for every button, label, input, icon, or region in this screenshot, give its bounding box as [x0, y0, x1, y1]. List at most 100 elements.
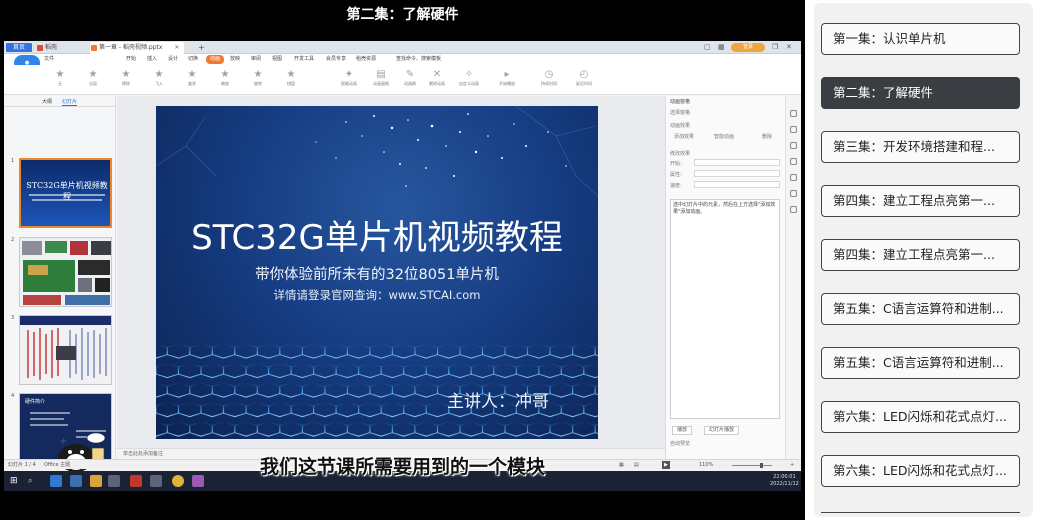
hexagon-cell	[156, 382, 168, 398]
hexagon-cell	[470, 362, 495, 379]
timer-icon[interactable]	[790, 174, 797, 181]
brush-icon: ✎	[405, 69, 415, 80]
anim-appear[interactable]: ★ 出现	[85, 69, 101, 87]
wps-tab-document[interactable]: 第一章 - 稻壳视频.pptx ✕	[90, 42, 185, 54]
slide-thumbnail-2[interactable]	[19, 237, 112, 307]
video-player[interactable]: 第二集：了解硬件 首页 稻壳 第一章 - 稻壳视频.pptx ✕ + ▢ ▦ 登…	[0, 0, 805, 520]
menu-slideshow[interactable]: 放映	[230, 55, 240, 64]
layout-icon[interactable]: ▢	[704, 42, 711, 53]
episode-item[interactable]: 第四集：建立工程点亮第一...	[821, 239, 1020, 271]
hexagon-cell	[549, 382, 574, 398]
delete-effect-button[interactable]: 删除	[762, 133, 772, 140]
hexagon-cell	[256, 421, 281, 437]
anim-none[interactable]: ★ 无	[52, 69, 68, 87]
episode-item[interactable]: 第三集：开发环境搭建和程...	[821, 131, 1020, 163]
property-select[interactable]	[694, 170, 780, 177]
wps-tab-document-label: 第一章 - 稻壳视频.pptx	[99, 44, 163, 51]
hexagon-cell	[234, 382, 258, 398]
anim-wipe[interactable]: ★ 擦除	[118, 69, 134, 87]
duration-option[interactable]: ◷ 持续时间	[534, 69, 564, 87]
clock-icon: ◷	[544, 69, 554, 80]
speed-select[interactable]	[694, 181, 780, 188]
command-search[interactable]: 查找命令、搜索模板	[396, 55, 441, 64]
select-pane-link[interactable]: 选择窗格	[670, 109, 690, 116]
star-icon: ★	[55, 69, 65, 80]
wps-tab-daoke[interactable]: 稻壳	[36, 42, 57, 54]
menu-home[interactable]: 开始	[126, 55, 136, 64]
animation-icon[interactable]	[790, 142, 797, 149]
episode-item[interactable]: 第四集：建立工程点亮第一...	[821, 185, 1020, 217]
play-button[interactable]: 播放	[672, 426, 693, 435]
menu-developer[interactable]: 开发工具	[294, 55, 314, 64]
slide-thumbnail-3[interactable]	[19, 315, 112, 385]
grid-icon[interactable]: ▦	[718, 42, 725, 53]
menu-view[interactable]: 视图	[272, 55, 282, 64]
hexagon-cell	[324, 382, 348, 398]
hexagon-cell	[279, 382, 303, 398]
start-select[interactable]	[694, 159, 780, 166]
anim-zoom[interactable]: ★ 缩放	[217, 69, 233, 87]
slide-thumbnail-1[interactable]: STC32G单片机视频教程	[19, 158, 112, 228]
smart-animation-link[interactable]: 智能动画	[714, 133, 734, 140]
animation-list[interactable]: 选中幻灯片中的元素，然后在上方选择"添加效果"添加动画。	[670, 199, 780, 419]
menu-animation[interactable]: 动画	[206, 55, 225, 64]
episode-item[interactable]: 第二集：了解硬件	[821, 77, 1020, 109]
menu-member[interactable]: 会员专享	[326, 55, 346, 64]
hexagon-cell	[526, 343, 551, 359]
pin-icon[interactable]	[790, 110, 797, 117]
restore-icon[interactable]: ❐	[772, 42, 778, 53]
hexagon-cell	[234, 421, 258, 437]
comment-icon[interactable]	[790, 206, 797, 213]
hexagon-cell	[166, 382, 191, 398]
wps-home-tab[interactable]: 首页	[6, 43, 32, 52]
style-icon[interactable]	[790, 158, 797, 165]
menu-insert[interactable]: 插入	[147, 55, 157, 64]
hexagon-cell	[290, 362, 315, 379]
episode-item[interactable]: 第六集：LED闪烁和花式点灯...	[821, 401, 1020, 433]
hexagon-cell	[200, 362, 225, 379]
anim-fly-in[interactable]: ★ 飞入	[151, 69, 167, 87]
episode-playlist: 第一集：认识单片机 第二集：了解硬件 第三集：开发环境搭建和程... 第四集：建…	[814, 3, 1033, 517]
animation-brush-button[interactable]: ✎ 动画刷	[399, 69, 421, 87]
episode-item[interactable]: 第一集：认识单片机	[821, 23, 1020, 55]
menu-review[interactable]: 审阅	[251, 55, 261, 64]
share-icon[interactable]	[790, 190, 797, 197]
tab-outline[interactable]: 大纲	[42, 98, 52, 105]
add-effect-button[interactable]: 添加效果	[674, 133, 694, 140]
hardware-photos	[22, 241, 111, 305]
menu-transition[interactable]: 切换	[188, 55, 198, 64]
animation-pane: 动画窗格 选择窗格 动画效果 添加效果 智能动画 删除 修改效果 开始： 属性：…	[665, 96, 785, 464]
animation-pane-button[interactable]: ▤ 动画窗格	[369, 69, 393, 87]
slide-subtitle: 带你体验前所未有的32位8051单片机	[255, 267, 499, 283]
smart-animation-button[interactable]: ✦ 智能动画	[334, 69, 364, 87]
slideshow-button[interactable]: 幻灯片播放	[704, 426, 740, 435]
anim-box[interactable]: ★ 盒状	[184, 69, 200, 87]
delete-animation-button[interactable]: ✕ 删除动画	[424, 69, 450, 87]
close-window-icon[interactable]: ✕	[786, 42, 792, 53]
episode-item-partial[interactable]	[821, 512, 1020, 516]
anim-checkerboard[interactable]: ★ 棋盘	[283, 69, 299, 87]
hexagon-cell	[346, 421, 371, 437]
anim-spin[interactable]: ★ 旋转	[250, 69, 266, 87]
new-tab-icon[interactable]: +	[198, 42, 205, 53]
current-slide[interactable]: STC32G单片机视频教程 带你体验前所未有的32位8051单片机 详情请登录官…	[156, 106, 598, 439]
menu-file[interactable]: 文件	[44, 55, 54, 64]
autopreview-checkbox[interactable]: 自动预览	[670, 440, 690, 447]
episode-item[interactable]: 第五集：C语言运算符和进制...	[821, 347, 1020, 379]
delay-option[interactable]: ◴ 延迟时间	[569, 69, 599, 87]
tab-slides[interactable]: 幻灯片	[62, 98, 78, 106]
close-tab-icon[interactable]: ✕	[174, 42, 179, 54]
add-slide-icon[interactable]: +	[59, 436, 67, 447]
settings-icon[interactable]	[790, 126, 797, 133]
wps-tab-daoke-label: 稻壳	[45, 44, 58, 51]
menu-design[interactable]: 设计	[168, 55, 178, 64]
hexagon-cell	[369, 343, 393, 359]
login-button[interactable]: 登录	[731, 43, 765, 52]
episode-item[interactable]: 第六集：LED闪烁和花式点灯...	[821, 455, 1020, 487]
start-playback-option[interactable]: ▸ 开始播放	[492, 69, 522, 87]
custom-animation-button[interactable]: ✧ 自定义动画	[454, 69, 484, 87]
hexagon-cell	[369, 382, 393, 398]
hexagon-cell	[234, 343, 258, 359]
episode-item[interactable]: 第五集：C语言运算符和进制...	[821, 293, 1020, 325]
menu-resources[interactable]: 稻壳资源	[356, 55, 376, 64]
